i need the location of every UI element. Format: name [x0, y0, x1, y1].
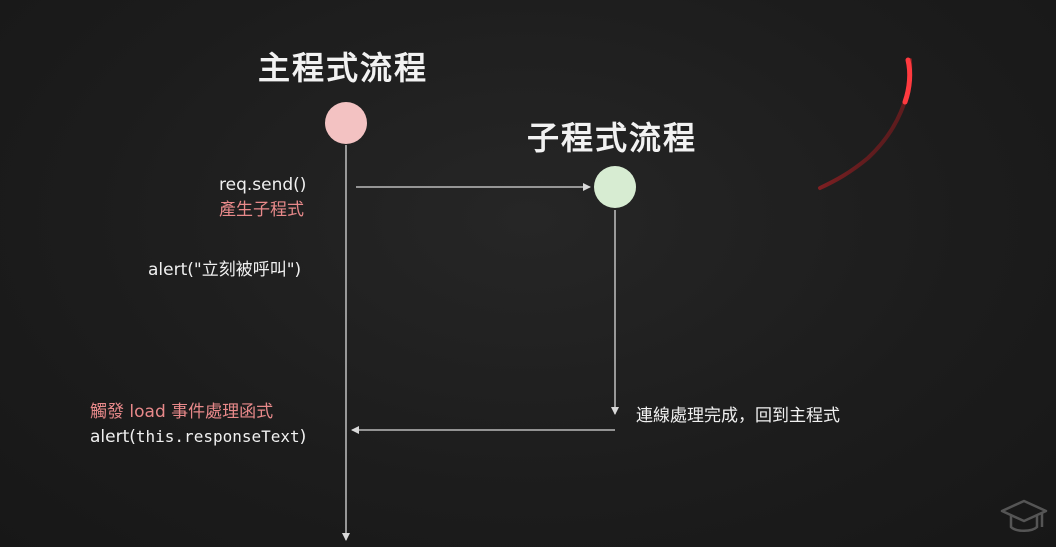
- main-flow-node: [325, 102, 367, 144]
- spawn-subprocess-label: 產生子程式: [219, 200, 304, 220]
- load-event-label: 觸發 load 事件處理函式: [90, 402, 274, 422]
- sub-flow-node: [594, 166, 636, 208]
- pen-stroke-tip: [902, 57, 913, 105]
- response-alert-prefix: alert(: [90, 427, 136, 447]
- response-alert-arg: this.responseText: [135, 427, 300, 446]
- diagram-canvas: 主程式流程 子程式流程 req.send() 產生子程式 alert("立刻被呼…: [0, 0, 1056, 547]
- response-alert-label: alert(this.responseText): [90, 426, 306, 448]
- sub-flow-title: 子程式流程: [527, 119, 698, 157]
- main-flow-title: 主程式流程: [258, 49, 429, 87]
- return-to-main-label: 連線處理完成，回到主程式: [636, 406, 840, 426]
- immediate-alert-label: alert("立刻被呼叫"): [148, 260, 302, 280]
- req-send-label: req.send(): [219, 175, 307, 195]
- graduation-cap-icon: [1000, 499, 1048, 532]
- response-alert-suffix: ): [299, 427, 307, 447]
- pen-stroke-annotation: [818, 58, 913, 190]
